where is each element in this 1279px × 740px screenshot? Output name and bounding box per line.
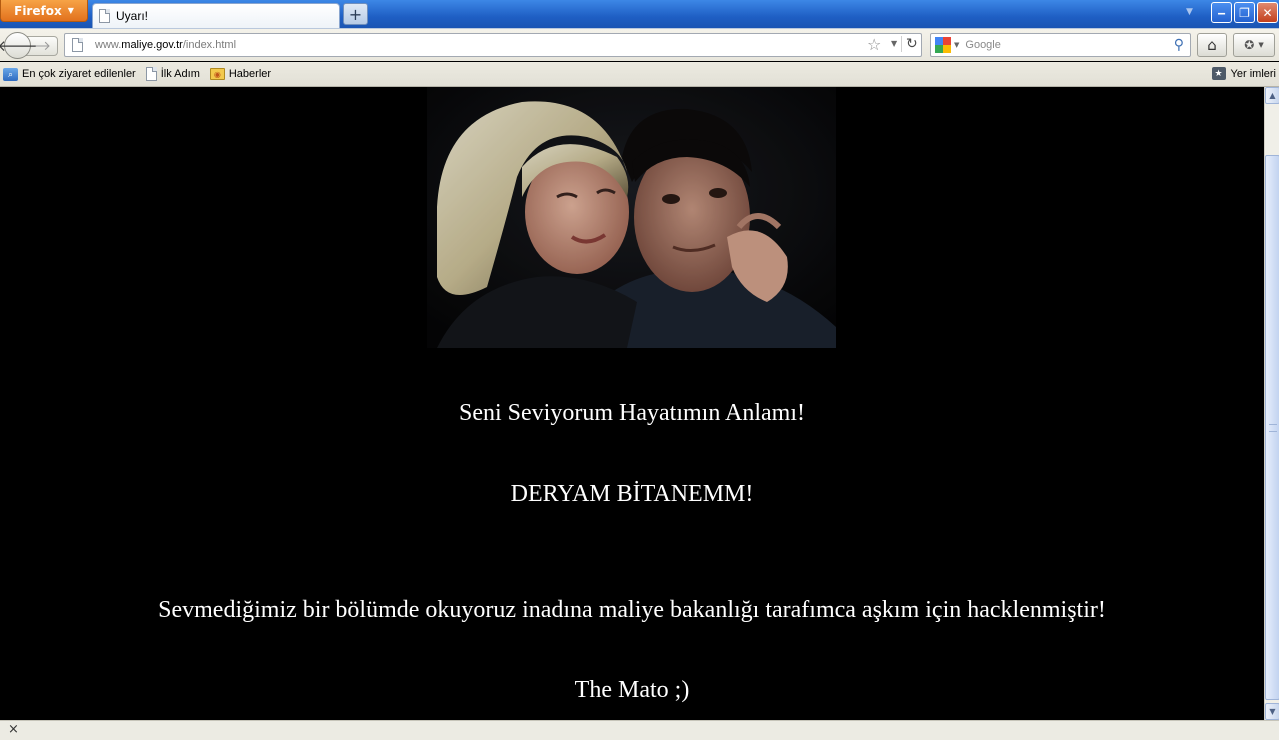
google-icon[interactable] <box>935 37 951 53</box>
close-icon[interactable]: × <box>8 722 19 737</box>
rss-icon: ◉ <box>209 68 225 80</box>
restore-button[interactable]: ❐ <box>1234 2 1255 23</box>
find-bar: × <box>0 720 1279 740</box>
bookmark-label: İlk Adım <box>160 68 200 80</box>
bookmark-label: En çok ziyaret edilenler <box>22 68 136 80</box>
url-path: /index.html <box>182 39 237 51</box>
title-bar: Firefox ▼ Uyarı! + ▼ ‒ ❐ ✕ <box>0 0 1279 28</box>
back-forward-group: 🡐 🡒 <box>0 32 58 59</box>
bookmarks-menu-button[interactable]: ★ Yer imleri <box>1211 67 1276 80</box>
home-button[interactable]: ⌂ <box>1197 33 1227 57</box>
addon-button[interactable]: ✪ ▼ <box>1233 33 1275 57</box>
url-host: maliye.gov.tr <box>121 39 183 51</box>
tab-active[interactable]: Uyarı! <box>92 3 340 28</box>
bookmark-star-icon[interactable]: ☆ <box>867 35 881 54</box>
page-icon <box>145 67 157 81</box>
firefox-menu-button[interactable]: Firefox ▼ <box>0 0 88 22</box>
love-message: Seni Seviyorum Hayatımın Anlamı! <box>459 400 805 426</box>
dropdown-arrow-icon: ▼ <box>1258 41 1264 49</box>
tab-list-arrow-icon[interactable]: ▼ <box>1186 7 1193 17</box>
couple-photo <box>427 87 836 348</box>
name-message: DERYAM BİTANEMM! <box>510 481 754 507</box>
minimize-button[interactable]: ‒ <box>1211 2 1232 23</box>
url-prefix: www. <box>95 39 122 51</box>
reload-icon[interactable]: ↻ <box>901 36 918 52</box>
bookmark-first-steps[interactable]: İlk Adım <box>145 67 200 81</box>
bookmark-news[interactable]: ◉ Haberler <box>209 68 272 80</box>
most-visited-icon: ⌕ <box>3 67 18 81</box>
scrollbar-grip <box>1269 424 1277 432</box>
bookmarks-star-icon: ★ <box>1211 67 1226 80</box>
bookmark-most-visited[interactable]: ⌕ En çok ziyaret edilenler <box>3 67 136 81</box>
couple-photo-graphic <box>427 87 836 348</box>
bookmarks-toolbar: ⌕ En çok ziyaret edilenler İlk Adım ◉ Ha… <box>0 62 1279 87</box>
home-icon: ⌂ <box>1207 36 1217 54</box>
close-window-button[interactable]: ✕ <box>1257 2 1278 23</box>
firefox-menu-label: Firefox <box>14 3 62 18</box>
scroll-up-arrow-icon[interactable]: ▲ <box>1265 87 1279 104</box>
bookmarks-menu-label: Yer imleri <box>1230 67 1276 80</box>
navigation-toolbar: 🡐 🡒 www.maliye.gov.tr/index.html ☆ ▼ ↻ ▼… <box>0 28 1279 61</box>
plus-icon: + <box>348 4 363 24</box>
page-icon <box>99 9 110 23</box>
tab-title: Uyarı! <box>116 9 149 23</box>
scrollbar-thumb[interactable] <box>1265 155 1279 700</box>
site-identity-icon[interactable] <box>72 38 83 52</box>
vertical-scrollbar[interactable]: ▲ ▼ <box>1264 87 1279 720</box>
url-text[interactable]: www.maliye.gov.tr/index.html <box>95 39 236 51</box>
page-content: Seni Seviyorum Hayatımın Anlamı! DERYAM … <box>0 87 1264 720</box>
search-engine-dropdown-icon[interactable]: ▼ <box>954 41 959 49</box>
minimize-icon: ‒ <box>1217 5 1226 20</box>
restore-icon: ❐ <box>1239 5 1250 20</box>
close-icon: ✕ <box>1262 5 1273 20</box>
search-bar[interactable]: ▼ Google ⚲ <box>930 33 1191 57</box>
url-bar[interactable]: www.maliye.gov.tr/index.html ☆ ▼ ↻ <box>64 33 922 57</box>
back-button[interactable]: 🡐 <box>0 32 38 59</box>
hack-message: Sevmediğimiz bir bölümde okuyoruz inadın… <box>158 597 1106 623</box>
addon-icon: ✪ <box>1244 38 1255 52</box>
back-arrow-icon: 🡐 <box>0 37 38 55</box>
new-tab-button[interactable]: + <box>343 3 368 25</box>
bookmark-label: Haberler <box>228 68 272 80</box>
search-input[interactable]: Google <box>965 39 1173 51</box>
url-history-dropdown-icon[interactable]: ▼ <box>891 39 897 48</box>
scroll-down-arrow-icon[interactable]: ▼ <box>1265 703 1279 720</box>
signature: The Mato ;) <box>574 677 690 703</box>
magnifier-icon[interactable]: ⚲ <box>1174 37 1184 53</box>
dropdown-arrow-icon: ▼ <box>67 6 74 15</box>
